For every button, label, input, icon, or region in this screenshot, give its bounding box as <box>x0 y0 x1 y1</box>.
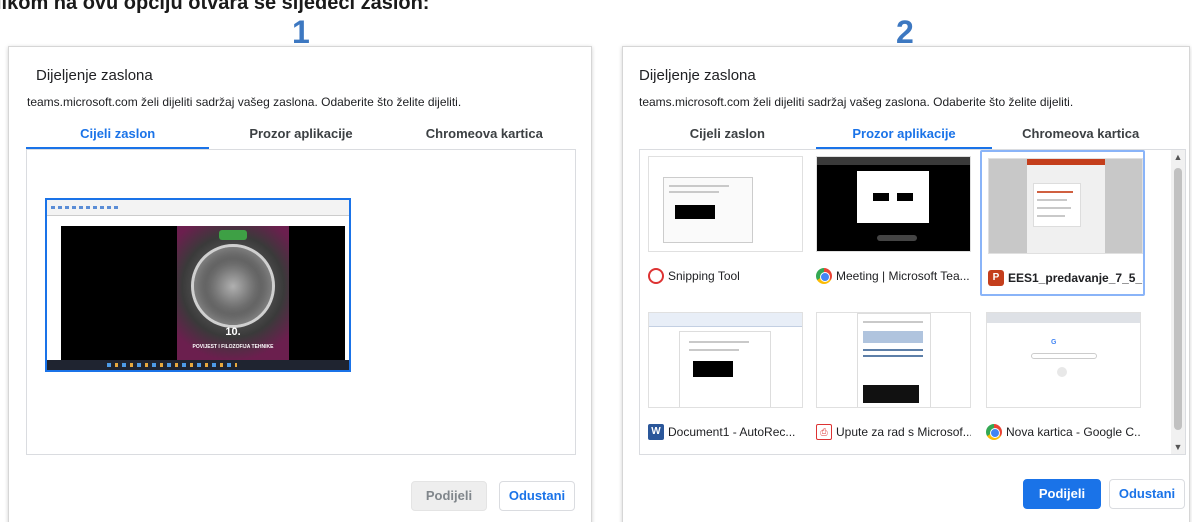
window-list-panel: Snipping Tool Meeting | Microsoft Tea... <box>639 149 1186 455</box>
tab-application-window[interactable]: Prozor aplikacije <box>209 119 392 149</box>
window-tile-label: Snipping Tool <box>648 266 803 286</box>
scrollbar-thumb[interactable] <box>1174 168 1182 430</box>
snipping-tool-icon <box>648 268 664 284</box>
window-thumbnail <box>988 158 1143 254</box>
share-screen-dialog-entire-screen: Dijeljenje zaslona teams.microsoft.com ž… <box>8 46 592 522</box>
cancel-button[interactable]: Odustani <box>499 481 575 511</box>
screen-list-panel: 10. POVIJEST I FILOZOFIJA TEHNIKE <box>26 149 576 455</box>
dialog-title: Dijeljenje zaslona <box>36 67 153 84</box>
scroll-down-icon[interactable]: ▼ <box>1171 440 1185 454</box>
preview-taskbar <box>47 360 349 370</box>
chrome-icon <box>986 424 1002 440</box>
window-tile-chrome-new-tab[interactable]: G Nova kartica - Google C... <box>980 306 1145 452</box>
share-tabs: Cijeli zaslon Prozor aplikacije Chromeov… <box>639 119 1169 149</box>
window-tile-label: Nova kartica - Google C... <box>986 422 1141 442</box>
preview-presentation-area: 10. POVIJEST I FILOZOFIJA TEHNIKE <box>61 226 345 360</box>
window-thumbnail <box>648 156 803 252</box>
window-tile-label: Meeting | Microsoft Tea... <box>816 266 971 286</box>
window-tile-pdf-guide[interactable]: ⎙ Upute za rad s Microsof... <box>810 306 975 452</box>
powerpoint-icon: P <box>988 270 1004 286</box>
chrome-icon <box>816 268 832 284</box>
window-list-scrollbar[interactable]: ▲ ▼ <box>1171 150 1185 454</box>
slide-title: POVIJEST I FILOZOFIJA TEHNIKE <box>192 344 274 350</box>
tab-chrome-tab[interactable]: Chromeova kartica <box>992 119 1169 149</box>
window-thumbnail <box>816 156 971 252</box>
tab-application-window[interactable]: Prozor aplikacije <box>815 119 993 149</box>
window-thumbnail: G <box>986 312 1141 408</box>
share-button[interactable]: Podijeli <box>1023 479 1101 509</box>
preview-window-chrome <box>47 200 349 216</box>
pdf-icon: ⎙ <box>816 424 832 440</box>
entire-screen-thumbnail[interactable]: 10. POVIJEST I FILOZOFIJA TEHNIKE <box>45 198 351 372</box>
dialog-title: Dijeljenje zaslona <box>639 67 756 84</box>
window-tile-powerpoint[interactable]: P EES1_predavanje_7_5_... <box>980 150 1145 296</box>
window-tile-label: P EES1_predavanje_7_5_... <box>988 268 1143 288</box>
slide-number: 10. <box>225 326 241 338</box>
window-tile-label: W Document1 - AutoRec... <box>648 422 803 442</box>
word-icon: W <box>648 424 664 440</box>
share-tabs: Cijeli zaslon Prozor aplikacije Chromeov… <box>26 119 576 149</box>
share-button[interactable]: Podijeli <box>411 481 487 511</box>
comparison-page: likom na ovu opciju otvara se sljedeći z… <box>0 0 1192 522</box>
cancel-button[interactable]: Odustani <box>1109 479 1185 509</box>
preview-slide: 10. POVIJEST I FILOZOFIJA TEHNIKE <box>177 226 289 360</box>
window-tile-meeting-teams[interactable]: Meeting | Microsoft Tea... <box>810 150 975 296</box>
dialog-subtitle: teams.microsoft.com želi dijeliti sadrža… <box>639 95 1074 109</box>
share-screen-dialog-app-window: Dijeljenje zaslona teams.microsoft.com ž… <box>622 46 1190 522</box>
window-thumbnail <box>816 312 971 408</box>
document-caption: likom na ovu opciju otvara se sljedeći z… <box>0 0 430 14</box>
tab-chrome-tab[interactable]: Chromeova kartica <box>393 119 576 149</box>
dialog-subtitle: teams.microsoft.com želi dijeliti sadrža… <box>27 95 462 109</box>
scroll-up-icon[interactable]: ▲ <box>1171 150 1185 164</box>
window-tile-label: ⎙ Upute za rad s Microsof... <box>816 422 971 442</box>
window-tile-word-document[interactable]: W Document1 - AutoRec... <box>642 306 807 452</box>
tab-entire-screen[interactable]: Cijeli zaslon <box>639 119 816 149</box>
window-tile-snipping-tool[interactable]: Snipping Tool <box>642 150 807 296</box>
tab-entire-screen[interactable]: Cijeli zaslon <box>26 119 210 149</box>
window-thumbnail <box>648 312 803 408</box>
